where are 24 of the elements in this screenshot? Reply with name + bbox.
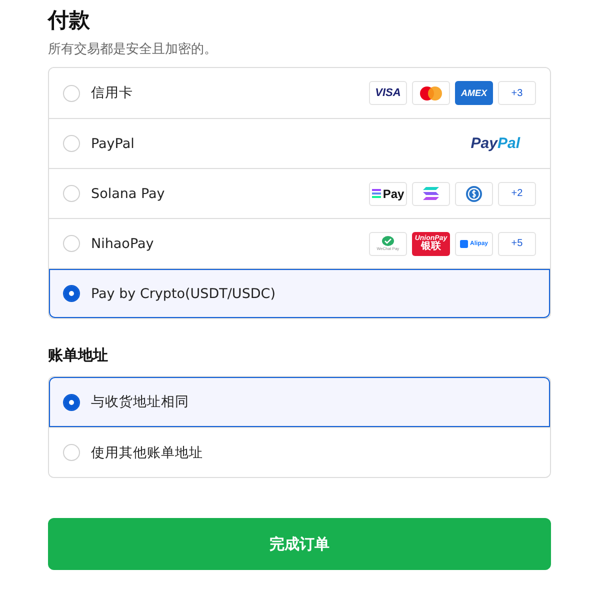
solana-logo (412, 182, 450, 206)
visa-logo: VISA (369, 81, 407, 105)
radio-button[interactable] (63, 285, 80, 302)
option-row[interactable]: Pay by Crypto(USDT/USDC) (49, 268, 550, 318)
option-label: PayPal (91, 136, 136, 152)
more-count: +5 (498, 232, 536, 256)
more-count: +3 (498, 81, 536, 105)
section-subtitle: 所有交易都是安全且加密的。 (48, 41, 218, 58)
more-count: +2 (498, 182, 536, 206)
amex-logo: AMEX (455, 81, 493, 105)
mastercard-logo (412, 81, 450, 105)
solana-pay-logo: Pay (369, 182, 407, 206)
radio-button[interactable] (63, 394, 80, 410)
option-label: 使用其他账单地址 (91, 444, 204, 462)
option-label: 与收货地址相同 (91, 393, 190, 411)
option-label: Solana Pay (91, 186, 166, 202)
option-label: 信用卡 (91, 84, 134, 102)
usdc-logo (455, 182, 493, 206)
section-title: 账单地址 (48, 345, 109, 365)
option-label: NihaoPay (91, 236, 155, 252)
section-title: 付款 (48, 7, 91, 34)
option-label: Pay by Crypto(USDT/USDC) (91, 286, 276, 302)
option-row[interactable]: 与收货地址相同 (49, 377, 550, 427)
option-row[interactable]: 使用其他账单地址 (49, 427, 550, 477)
